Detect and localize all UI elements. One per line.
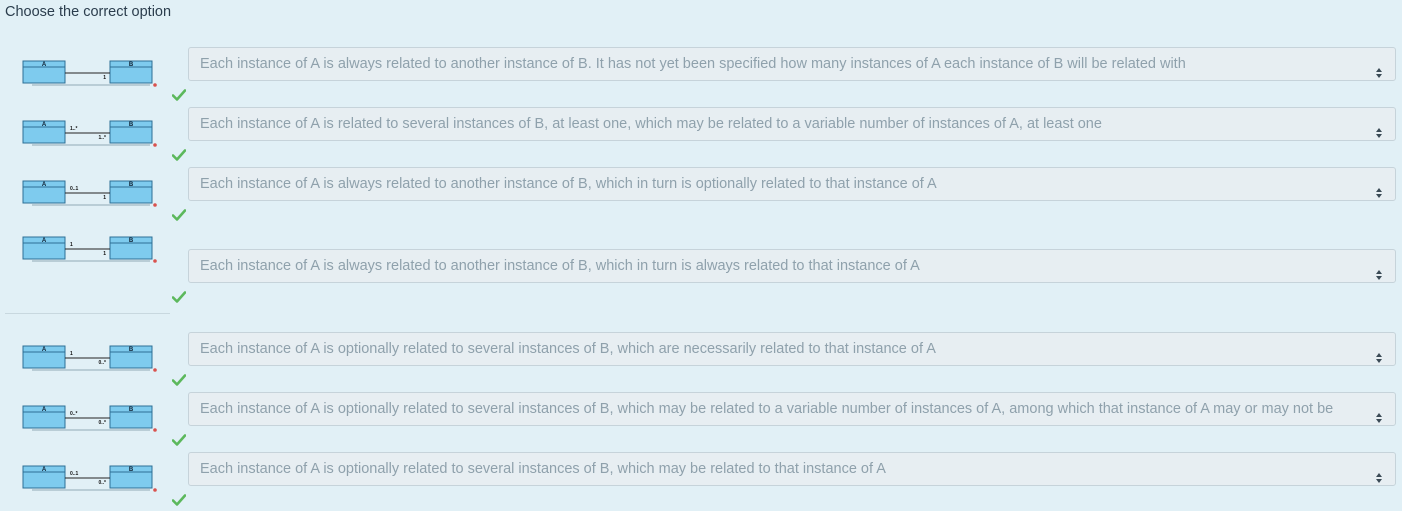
answer-select[interactable]: Each instance of A is always related to … xyxy=(188,249,1396,283)
selected-option: Each instance of A is always related to … xyxy=(200,56,1186,72)
class-b-label: B xyxy=(129,182,134,188)
multiplicity-b: 0..* xyxy=(98,420,106,426)
multiplicity-a: 0..* xyxy=(70,411,78,417)
class-a-label: A xyxy=(42,182,47,188)
multiplicity-a: 0..1 xyxy=(70,186,79,192)
multiplicity-b: 0..* xyxy=(98,360,106,366)
marker-icon xyxy=(153,368,157,372)
select-arrows-icon xyxy=(1375,344,1383,363)
selected-option: Each instance of A is optionally related… xyxy=(200,461,886,477)
uml-association-diagram: A B 1..* 1..* xyxy=(22,117,162,157)
class-b-label: B xyxy=(129,467,134,473)
multiplicity-b: 0..* xyxy=(98,480,106,486)
uml-association-diagram: A B 1 0..* xyxy=(22,342,162,382)
multiplicity-b: 1 xyxy=(103,75,106,81)
marker-icon xyxy=(153,83,157,87)
answer-select[interactable]: Each instance of A is related to several… xyxy=(188,107,1396,141)
answer-select[interactable]: Each instance of A is optionally related… xyxy=(188,452,1396,486)
multiplicity-a: 0..1 xyxy=(70,471,79,477)
checkmark-icon xyxy=(171,88,188,102)
class-a-label: A xyxy=(42,347,47,353)
multiplicity-b: 1 xyxy=(103,251,106,257)
uml-association-diagram: A B 0..* 0..* xyxy=(22,402,162,442)
class-a-label: A xyxy=(42,407,47,413)
selected-option: Each instance of A is related to several… xyxy=(200,116,1102,132)
separator-line xyxy=(5,313,170,314)
question-prompt: Choose the correct option xyxy=(5,4,172,20)
answer-select[interactable]: Each instance of A is optionally related… xyxy=(188,392,1396,426)
class-b-label: B xyxy=(129,407,134,413)
selected-option: Each instance of A is optionally related… xyxy=(200,401,1334,417)
selected-option: Each instance of A is always related to … xyxy=(200,258,920,274)
selected-option: Each instance of A is always related to … xyxy=(200,176,937,192)
checkmark-icon xyxy=(171,148,188,162)
class-a-label: A xyxy=(42,467,47,473)
class-a-label: A xyxy=(42,122,47,128)
marker-icon xyxy=(153,203,157,207)
answer-select[interactable]: Each instance of A is optionally related… xyxy=(188,332,1396,366)
answer-select[interactable]: Each instance of A is always related to … xyxy=(188,167,1396,201)
checkmark-icon xyxy=(171,208,188,222)
checkmark-icon xyxy=(171,433,188,447)
multiplicity-a: 1..* xyxy=(70,126,78,132)
class-b-label: B xyxy=(129,62,134,68)
checkmark-icon xyxy=(171,493,188,507)
uml-association-diagram: A B 1 xyxy=(22,57,162,97)
class-a-label: A xyxy=(42,238,47,244)
marker-icon xyxy=(153,259,157,263)
select-arrows-icon xyxy=(1375,261,1383,280)
marker-icon xyxy=(153,488,157,492)
class-b-label: B xyxy=(129,238,134,244)
answer-select[interactable]: Each instance of A is always related to … xyxy=(188,47,1396,81)
uml-association-diagram: A B 0..1 0..* xyxy=(22,462,162,502)
select-arrows-icon xyxy=(1375,179,1383,198)
selected-option: Each instance of A is optionally related… xyxy=(200,341,936,357)
multiplicity-b: 1 xyxy=(103,195,106,201)
checkmark-icon xyxy=(171,373,188,387)
class-b-label: B xyxy=(129,122,134,128)
multiplicity-a: 1 xyxy=(70,351,73,357)
select-arrows-icon xyxy=(1375,119,1383,138)
select-arrows-icon xyxy=(1375,404,1383,423)
uml-association-diagram: A B 1 1 xyxy=(22,233,162,273)
marker-icon xyxy=(153,428,157,432)
multiplicity-b: 1..* xyxy=(98,135,106,141)
class-b-label: B xyxy=(129,347,134,353)
checkmark-icon xyxy=(171,290,188,304)
select-arrows-icon xyxy=(1375,464,1383,483)
select-arrows-icon xyxy=(1375,59,1383,78)
multiplicity-a: 1 xyxy=(70,242,73,248)
class-a-label: A xyxy=(42,62,47,68)
marker-icon xyxy=(153,143,157,147)
uml-association-diagram: A B 0..1 1 xyxy=(22,177,162,217)
